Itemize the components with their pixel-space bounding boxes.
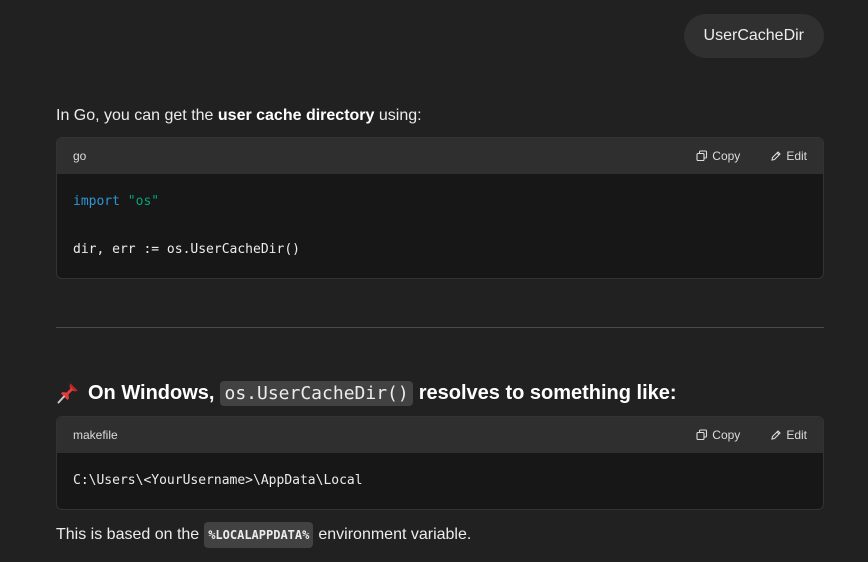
footer-text-after: environment variable.	[318, 526, 472, 543]
intro-text-before: In Go, you can get the	[56, 107, 218, 124]
intro-text-after: using:	[374, 107, 422, 124]
code-language-label: go	[73, 149, 87, 163]
code-language-label: makefile	[73, 428, 118, 442]
code-block-body: import "os" dir, err := os.UserCacheDir(…	[57, 174, 823, 278]
copy-label: Copy	[712, 428, 741, 442]
code-block-header: go Copy Edit	[57, 138, 823, 174]
edit-label: Edit	[786, 428, 807, 442]
code-line-usercachedir: dir, err := os.UserCacheDir()	[73, 242, 300, 257]
copy-label: Copy	[712, 149, 741, 163]
code-line-path: C:\Users\<YourUsername>\AppData\Local	[73, 473, 363, 488]
edit-button[interactable]: Edit	[770, 149, 807, 163]
footer-paragraph: This is based on the %LOCALAPPDATA% envi…	[56, 522, 471, 548]
code-keyword: import	[73, 194, 120, 209]
edit-button[interactable]: Edit	[770, 428, 807, 442]
section-divider	[56, 327, 824, 328]
intro-text-bold: user cache directory	[217, 107, 375, 124]
copy-button[interactable]: Copy	[696, 428, 740, 442]
footer-text-before: This is based on the	[56, 526, 200, 543]
edit-label: Edit	[786, 149, 807, 163]
user-message-text: UserCacheDir	[703, 27, 804, 44]
copy-icon	[696, 150, 708, 162]
pencil-icon	[771, 430, 782, 440]
user-message-bubble: UserCacheDir	[683, 14, 824, 58]
code-block-header: makefile Copy Edit	[57, 417, 823, 453]
heading-text-after: resolves to something like:	[418, 381, 677, 404]
code-string: "os"	[127, 194, 160, 209]
copy-icon	[696, 429, 708, 441]
pushpin-icon	[57, 383, 78, 404]
heading-inline-code: os.UserCacheDir()	[220, 380, 413, 406]
assistant-intro-paragraph: In Go, you can get the user cache direct…	[56, 106, 422, 126]
footer-inline-code: %LOCALAPPDATA%	[204, 522, 314, 548]
section-heading: On Windows, os.UserCacheDir() resolves t…	[56, 378, 677, 408]
code-block-makefile: makefile Copy Edit C:\Users\<YourUsernam…	[56, 416, 824, 510]
pencil-icon	[771, 151, 782, 161]
heading-text-before: On Windows,	[88, 381, 215, 404]
code-block-go: go Copy Edit import "os" dir, err := os.…	[56, 137, 824, 279]
copy-button[interactable]: Copy	[696, 149, 740, 163]
code-line-import: import "os"	[73, 190, 807, 214]
code-block-body: C:\Users\<YourUsername>\AppData\Local	[57, 453, 823, 509]
